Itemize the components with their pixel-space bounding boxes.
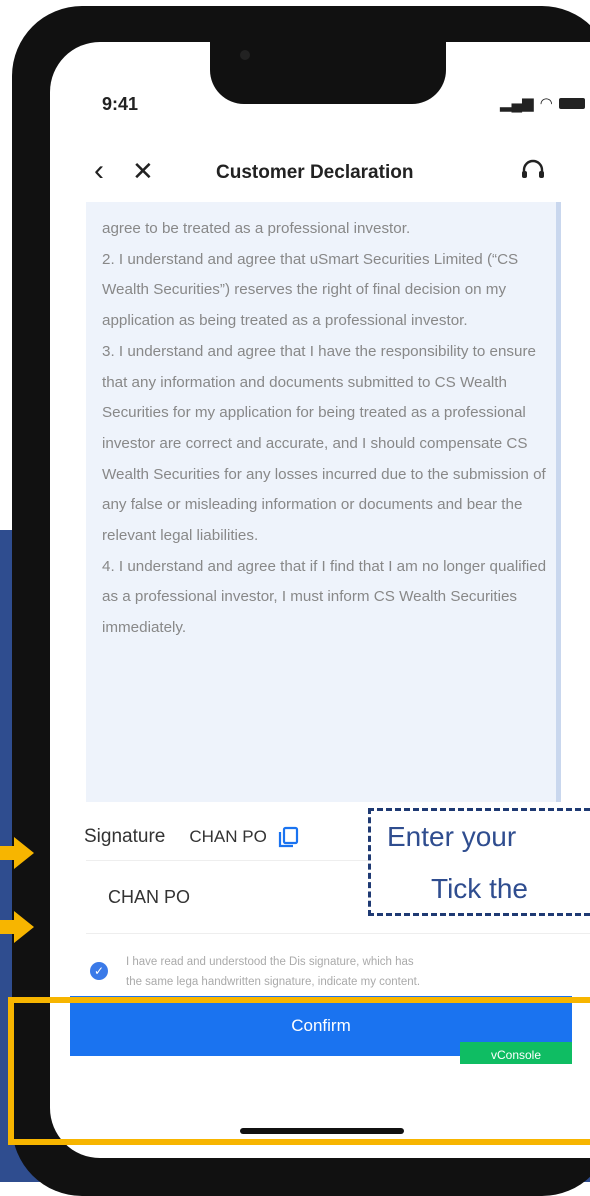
declaration-paragraph: 2. I understand and agree that uSmart Se… bbox=[102, 250, 519, 330]
declaration-paragraph: 3. I understand and agree that I have th… bbox=[102, 342, 546, 545]
notch bbox=[210, 42, 446, 104]
arrow-right-icon bbox=[14, 911, 34, 943]
close-icon[interactable]: ✕ bbox=[132, 156, 154, 186]
instruction-line-tick: Tick the bbox=[431, 873, 528, 904]
headset-icon[interactable] bbox=[520, 158, 546, 184]
battery-icon bbox=[558, 97, 585, 109]
camera-icon bbox=[240, 50, 250, 60]
copy-icon[interactable] bbox=[277, 826, 299, 848]
arrow-right-icon bbox=[14, 837, 34, 869]
back-icon[interactable]: ‹ bbox=[94, 156, 104, 186]
instruction-line-enter: Enter your bbox=[387, 821, 517, 852]
declaration-paragraph: 4. I understand and agree that if I find… bbox=[102, 557, 547, 637]
agree-checkbox[interactable]: ✓ bbox=[90, 962, 108, 980]
confirm-highlight-box bbox=[8, 997, 590, 1145]
signature-name: CHAN PO bbox=[189, 827, 267, 846]
signal-icon: ▂▄▆ bbox=[500, 95, 534, 112]
declaration-paragraph: agree to be treated as a professional in… bbox=[102, 220, 411, 237]
status-time: 9:41 bbox=[102, 94, 139, 114]
page-title: Customer Declaration bbox=[216, 162, 414, 183]
signature-input-value: CHAN PO bbox=[108, 887, 191, 907]
signature-row: Signature CHAN PO bbox=[84, 826, 299, 848]
declaration-text: agree to be treated as a professional in… bbox=[102, 214, 554, 644]
nav-bar: ‹ ✕ Customer Declaration bbox=[50, 154, 590, 194]
phone-screen: 9:41 ▂▄▆ ◠ ‹ ✕ Customer Declaration agre… bbox=[50, 42, 590, 1158]
signature-label: Signature bbox=[84, 826, 166, 847]
instruction-callout: Enter your Tick the bbox=[368, 808, 590, 916]
status-icons: ▂▄▆ ◠ bbox=[500, 94, 585, 112]
wifi-icon: ◠ bbox=[539, 95, 553, 112]
